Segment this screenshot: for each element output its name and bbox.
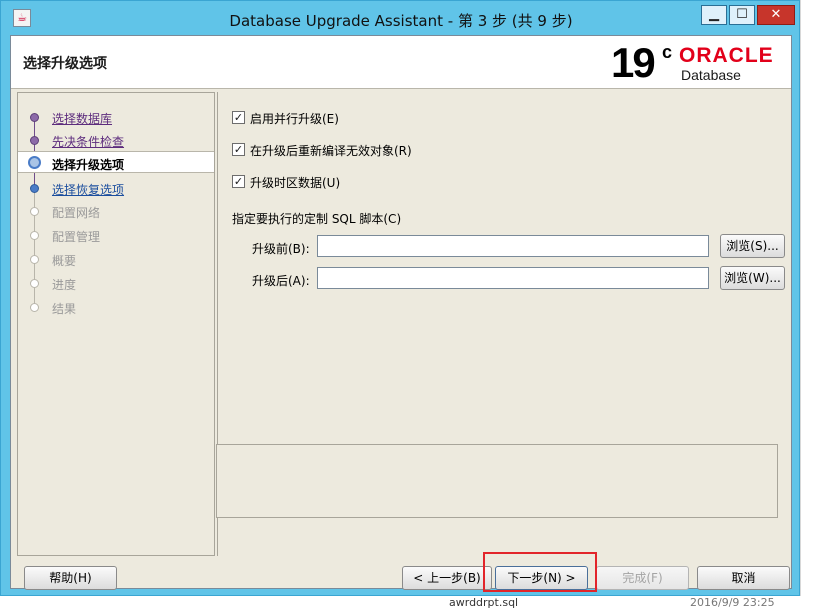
recompile-checkbox[interactable]: ✓	[232, 143, 245, 156]
nav-step-label: 选择数据库	[52, 112, 113, 126]
parallel-upgrade-label[interactable]: 启用并行升级(E)	[250, 110, 339, 127]
page-title: 选择升级选项	[23, 56, 107, 72]
logo-brand: ORACLE	[679, 44, 774, 67]
background-file-date: 2016/9/9 23:25	[690, 596, 775, 609]
background-file-list	[800, 0, 815, 610]
timezone-checkbox[interactable]: ✓	[232, 175, 245, 188]
nav-step-label: 进度	[52, 278, 77, 292]
nav-step-label: 选择恢复选项	[52, 183, 125, 197]
nav-step-select-database[interactable]: 选择数据库	[18, 106, 214, 128]
nav-step-prerequisite-checks[interactable]: 先决条件检查	[18, 129, 214, 151]
nav-step-configure-network: 配置网络	[18, 200, 214, 222]
step-navigation: 选择数据库 先决条件检查 选择升级选项 选择恢复选项 配置网络 配置管理 概要 …	[17, 92, 215, 556]
browse-before-button[interactable]: 浏览(S)...	[720, 234, 785, 258]
back-button[interactable]: < 上一步(B)	[402, 566, 492, 590]
nav-step-label: 先决条件检查	[52, 135, 125, 149]
step-dot-icon	[30, 279, 39, 288]
step-dot-icon	[30, 136, 39, 145]
step-dot-icon	[30, 207, 39, 216]
maximize-button[interactable]: ☐	[729, 5, 755, 25]
message-area	[216, 444, 778, 518]
step-dot-icon	[30, 113, 39, 122]
step-dot-icon	[30, 303, 39, 312]
nav-step-upgrade-options[interactable]: 选择升级选项	[18, 151, 214, 173]
background-file-name: awrddrpt.sql	[449, 596, 519, 609]
nav-step-label: 结果	[52, 302, 77, 316]
nav-step-summary: 概要	[18, 248, 214, 270]
nav-step-progress: 进度	[18, 272, 214, 294]
timezone-label[interactable]: 升级时区数据(U)	[250, 174, 340, 191]
logo-version: 19	[611, 39, 656, 86]
nav-step-label: 选择升级选项	[52, 158, 125, 172]
step-dot-icon	[30, 231, 39, 240]
parallel-upgrade-checkbox[interactable]: ✓	[232, 111, 245, 124]
nav-step-label: 配置管理	[52, 230, 101, 244]
step-dot-icon	[30, 255, 39, 264]
window-title: Database Upgrade Assistant - 第 3 步 (共 9 …	[229, 12, 573, 30]
before-upgrade-script-input[interactable]	[317, 235, 709, 257]
help-button[interactable]: 帮助(H)	[24, 566, 117, 590]
finish-button: 完成(F)	[596, 566, 689, 590]
oracle-logo: 19 c ORACLE Database	[611, 40, 787, 86]
nav-step-results: 结果	[18, 296, 214, 318]
current-step-icon	[28, 156, 41, 169]
custom-sql-section-label: 指定要执行的定制 SQL 脚本(C)	[232, 212, 402, 226]
nav-step-label: 概要	[52, 254, 77, 268]
minimize-button[interactable]: ▁	[701, 5, 727, 25]
nav-step-configure-management: 配置管理	[18, 224, 214, 246]
logo-product: Database	[681, 67, 741, 83]
before-upgrade-label: 升级前(B):	[252, 242, 310, 256]
title-bar[interactable]: ☕ Database Upgrade Assistant - 第 3 步 (共 …	[1, 1, 799, 35]
red-highlight-annotation	[483, 552, 597, 592]
nav-step-recovery-options[interactable]: 选择恢复选项	[18, 177, 214, 199]
background-file-row: awrddrpt.sql 2016/9/9 23:25	[0, 596, 815, 610]
step-dot-icon	[30, 184, 39, 193]
wizard-header: 选择升级选项 19 c ORACLE Database	[11, 36, 791, 89]
after-upgrade-label: 升级后(A):	[252, 274, 310, 288]
after-upgrade-script-input[interactable]	[317, 267, 709, 289]
logo-superscript: c	[662, 42, 673, 62]
recompile-label[interactable]: 在升级后重新编译无效对象(R)	[250, 142, 412, 159]
cancel-button[interactable]: 取消	[697, 566, 790, 590]
browse-after-button[interactable]: 浏览(W)...	[720, 266, 785, 290]
close-button[interactable]: ✕	[757, 5, 795, 25]
nav-step-label: 配置网络	[52, 206, 101, 220]
